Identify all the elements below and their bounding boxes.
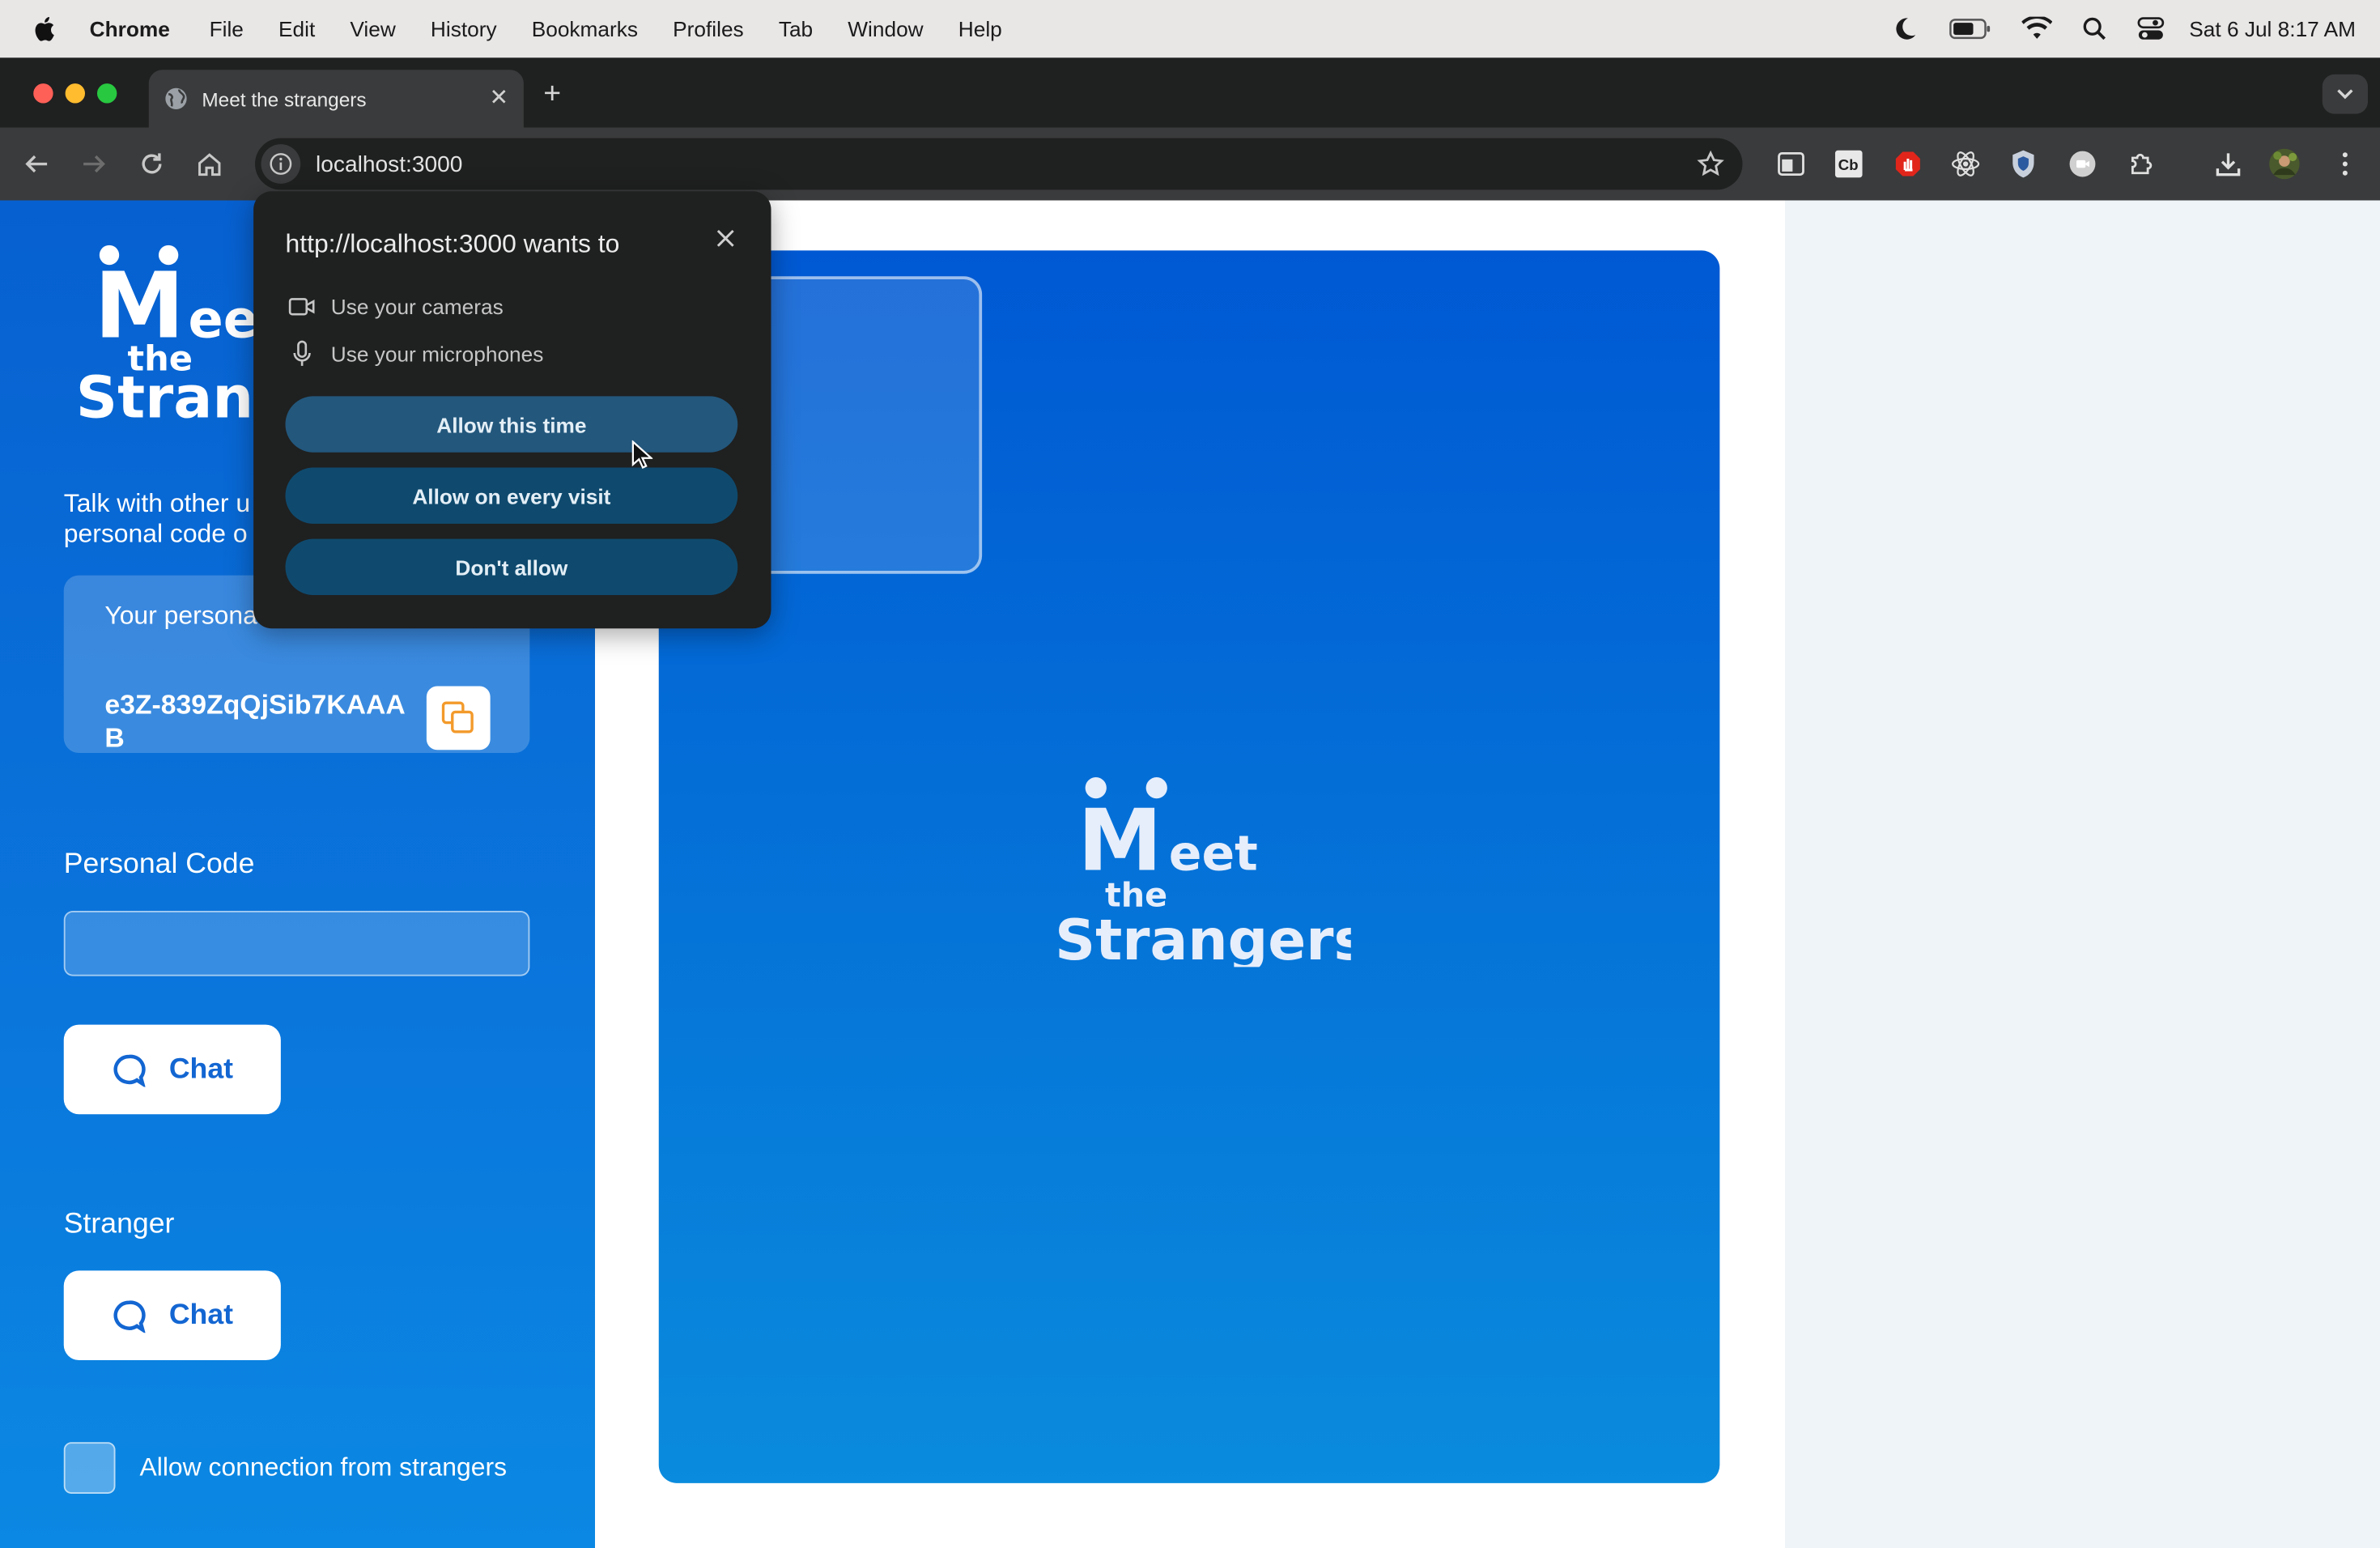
menu-app-chrome[interactable]: Chrome (90, 17, 170, 41)
menubar-status-area: Sat 6 Jul 8:17 AM (1861, 0, 2356, 57)
chat-bubble-icon (112, 1053, 148, 1087)
wifi-icon[interactable] (2021, 16, 2053, 41)
permission-camera-row: Use your cameras (287, 294, 504, 319)
globe-icon (164, 87, 189, 111)
shield-extension-icon[interactable] (2008, 149, 2039, 180)
menu-tab[interactable]: Tab (779, 17, 813, 41)
svg-text:Strang: Strang (76, 364, 270, 425)
sidebar-icon[interactable] (1776, 149, 1807, 180)
new-tab-button[interactable]: + (543, 79, 561, 110)
permission-prompt-title: http://localhost:3000 wants to (285, 229, 620, 258)
menubar-clock[interactable]: Sat 6 Jul 8:17 AM (2189, 17, 2356, 41)
right-panel (1785, 200, 2380, 1548)
chat-button-label: Chat (168, 1053, 234, 1085)
allow-strangers-checkbox[interactable] (63, 1442, 116, 1494)
personal-code-label: Personal Code (63, 848, 255, 881)
cb-extension-icon[interactable]: Cb (1834, 149, 1864, 180)
bookmark-star-icon[interactable] (1697, 150, 1724, 185)
stranger-chat-button-label: Chat (168, 1299, 234, 1331)
copy-icon (441, 701, 474, 734)
puzzle-icon[interactable] (2127, 149, 2157, 180)
control-center-icon[interactable] (2137, 17, 2165, 41)
chrome-tab-strip: Meet the strangers ✕ + (0, 57, 2380, 128)
allow-this-time-button[interactable]: Allow this time (285, 396, 738, 453)
menu-help[interactable]: Help (958, 17, 1002, 41)
personal-code-input[interactable] (63, 911, 530, 976)
personal-code-chat-button[interactable]: Chat (63, 1024, 281, 1115)
permission-prompt: http://localhost:3000 wants to Use your … (253, 191, 771, 629)
tab-title: Meet the strangers (202, 87, 367, 110)
close-icon[interactable] (715, 228, 736, 249)
battery-icon[interactable] (1949, 17, 1992, 41)
menu-edit[interactable]: Edit (278, 17, 315, 41)
window-close-button[interactable] (33, 83, 53, 104)
meet-the-strangers-logo-large: M eet the Strangers (1048, 770, 1367, 975)
allow-strangers-label[interactable]: Allow connection from strangers (140, 1452, 508, 1483)
menu-profiles[interactable]: Profiles (673, 17, 744, 41)
apple-icon[interactable] (32, 15, 59, 43)
profile-avatar[interactable] (2269, 148, 2300, 180)
address-bar[interactable]: localhost:3000 (255, 138, 1743, 190)
forward-button[interactable] (79, 149, 110, 180)
chrome-toolbar: localhost:3000 Cb (0, 127, 2380, 201)
tab-close-icon[interactable]: ✕ (490, 87, 509, 109)
address-url[interactable]: localhost:3000 (316, 151, 462, 177)
spotlight-icon[interactable] (2083, 17, 2107, 41)
menu-file[interactable]: File (210, 17, 244, 41)
record-extension-icon[interactable] (2068, 149, 2098, 180)
screen: Chrome File Edit View History Bookmarks … (0, 0, 2380, 1548)
permission-camera-label: Use your cameras (330, 294, 504, 319)
home-icon (198, 153, 221, 176)
tab-search-button[interactable] (2322, 74, 2368, 114)
window-zoom-button[interactable] (97, 83, 117, 104)
home-button[interactable] (194, 149, 225, 180)
personal-code-card-label: Your persona (104, 601, 257, 631)
svg-text:Cb: Cb (1838, 156, 1859, 173)
arrow-right-icon (83, 155, 105, 173)
kebab-menu-icon[interactable] (2330, 149, 2361, 180)
menu-history[interactable]: History (431, 17, 497, 41)
arrow-left-icon (25, 155, 48, 173)
allow-every-visit-button[interactable]: Allow on every visit (285, 467, 738, 524)
menu-bookmarks[interactable]: Bookmarks (532, 17, 638, 41)
copy-code-button[interactable] (426, 686, 491, 751)
microphone-icon (287, 340, 317, 368)
svg-text:ee: ee (189, 290, 258, 350)
react-devtools-icon[interactable] (1950, 149, 1981, 180)
reload-button[interactable] (137, 149, 168, 180)
svg-text:eet: eet (1169, 825, 1258, 882)
camera-icon (287, 296, 317, 317)
stranger-label: Stranger (63, 1208, 175, 1240)
permission-microphone-label: Use your microphones (330, 341, 544, 366)
moon-icon[interactable] (1892, 15, 1919, 43)
stranger-chat-button[interactable]: Chat (63, 1270, 281, 1360)
meet-the-strangers-logo-small: M ee the Strang (73, 243, 295, 432)
chevron-down-icon (2337, 89, 2353, 100)
macos-menubar: Chrome File Edit View History Bookmarks … (0, 0, 2380, 58)
personal-code-value: e3Z-839ZqQjSib7KAAAB (104, 689, 406, 753)
reload-icon (142, 153, 162, 174)
dont-allow-button[interactable]: Don't allow (285, 538, 738, 595)
permission-microphone-row: Use your microphones (287, 340, 543, 368)
tab-meet-the-strangers[interactable]: Meet the strangers ✕ (148, 70, 524, 128)
site-info-icon[interactable] (261, 144, 301, 184)
window-minimize-button[interactable] (65, 83, 85, 104)
menu-window[interactable]: Window (848, 17, 923, 41)
download-icon[interactable] (2213, 149, 2244, 180)
svg-text:Strangers: Strangers (1055, 908, 1351, 967)
chat-bubble-icon (112, 1299, 148, 1333)
menu-view[interactable]: View (350, 17, 395, 41)
mouse-cursor-icon (631, 440, 653, 469)
back-button[interactable] (21, 149, 52, 180)
adblock-icon[interactable] (1893, 149, 1923, 180)
